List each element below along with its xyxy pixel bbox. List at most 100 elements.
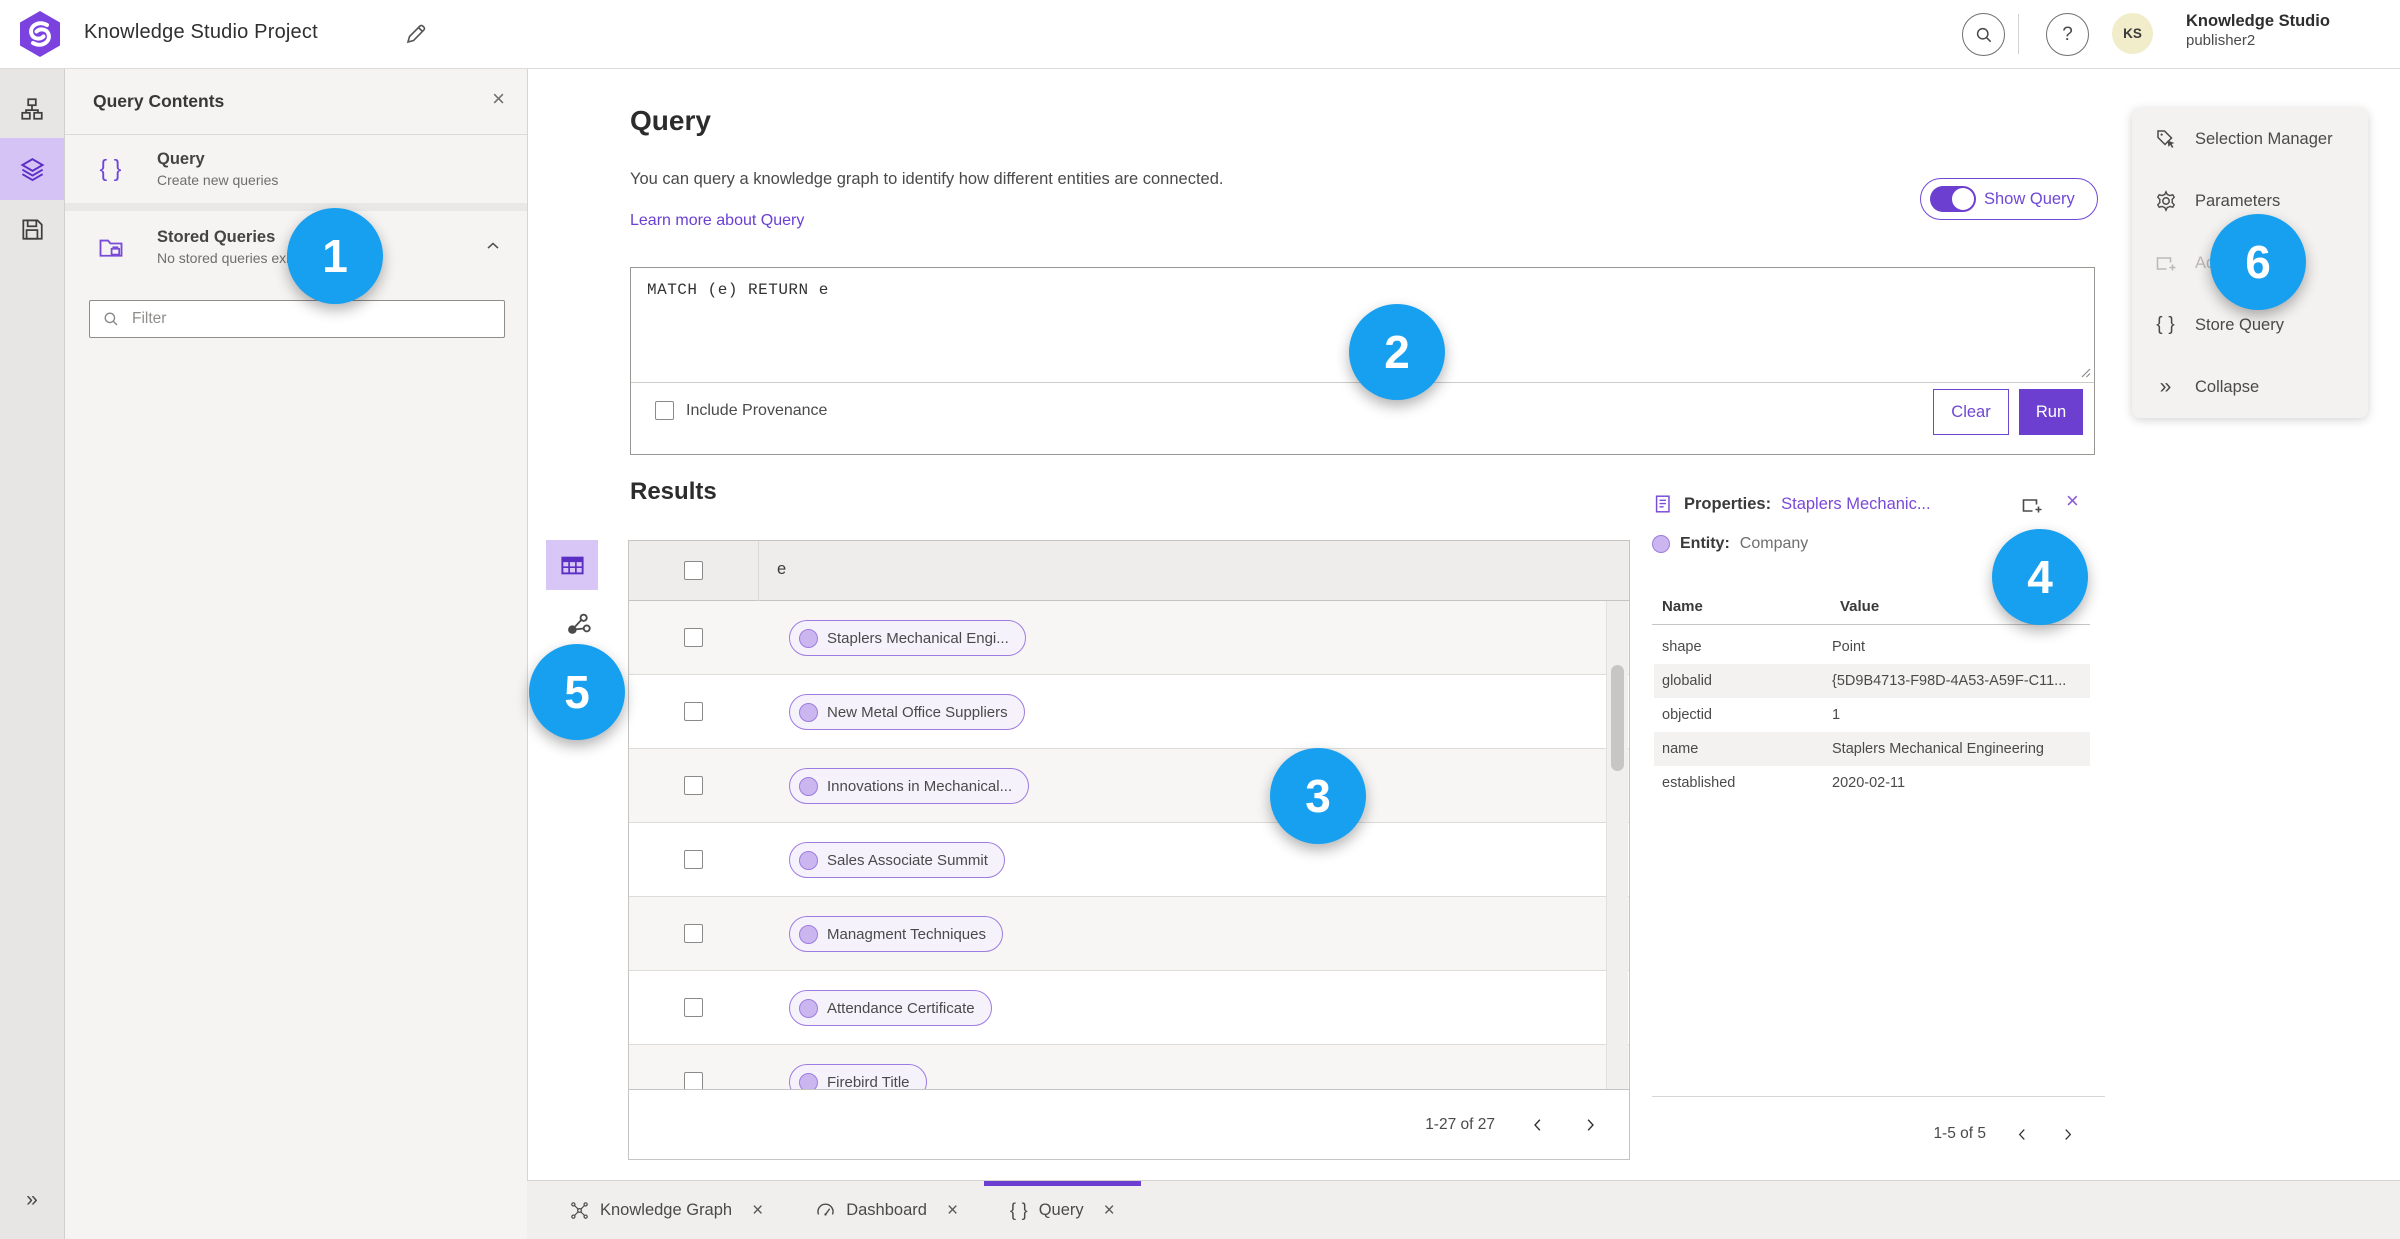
entity-pill[interactable]: Managment Techniques (789, 916, 1003, 952)
menu-item-collapse[interactable]: » Collapse (2132, 356, 2368, 418)
select-all-checkbox[interactable] (684, 561, 703, 580)
entity-pill[interactable]: New Metal Office Suppliers (789, 694, 1025, 730)
annotation-circle-2: 2 (1349, 304, 1445, 400)
properties-entity-link[interactable]: Staplers Mechanic... (1781, 495, 1930, 514)
row-checkbox[interactable] (684, 776, 703, 795)
run-button[interactable]: Run (2019, 389, 2083, 435)
scrollbar-thumb[interactable] (1611, 665, 1624, 771)
entity-pill[interactable]: Firebird Title (789, 1064, 927, 1090)
graph-view-button[interactable] (560, 606, 596, 642)
top-bar: Knowledge Studio Project ? KS Knowledge … (0, 0, 2400, 69)
entity-pill[interactable]: Innovations in Mechanical... (789, 768, 1030, 804)
row-checkbox[interactable] (684, 702, 703, 721)
close-tab-icon[interactable]: × (752, 1201, 763, 1220)
tab-knowledge-graph[interactable]: Knowledge Graph × (543, 1181, 789, 1239)
help-button[interactable]: ? (2046, 13, 2089, 56)
panel-divider (65, 203, 527, 211)
panel-close-icon[interactable]: × (492, 88, 505, 110)
prop-row: name Staplers Mechanical Engineering (1654, 732, 2090, 766)
rail-expand-button[interactable]: » (0, 1180, 64, 1220)
row-checkbox[interactable] (684, 1072, 703, 1090)
column-header-e: e (777, 560, 787, 578)
user-info: Knowledge Studio publisher2 (2186, 12, 2330, 50)
entity-value: Company (1739, 535, 1809, 552)
properties-close-icon[interactable]: × (2066, 490, 2079, 512)
search-icon (1976, 27, 1991, 42)
braces-icon: { } (2156, 314, 2176, 335)
edit-title-icon[interactable] (404, 22, 428, 46)
results-table: e Staplers Mechanical Engi... New Metal … (628, 540, 1630, 1160)
resize-handle-icon[interactable] (2079, 366, 2091, 378)
panel-item-query[interactable]: { } Query Create new queries (65, 134, 527, 204)
filter-input[interactable] (130, 309, 464, 329)
pagination-text: 1-5 of 5 (1933, 1125, 1986, 1142)
query-heading: Query (630, 105, 711, 136)
prop-col-value: Value (1840, 598, 1880, 615)
tab-query[interactable]: { } Query × (984, 1181, 1141, 1239)
menu-item-selection-manager[interactable]: Selection Manager (2132, 108, 2368, 170)
annotation-circle-4: 4 (1992, 529, 2088, 625)
scrollbar-track[interactable] (1606, 601, 1628, 1090)
dashboard-icon (817, 1203, 834, 1216)
clear-button[interactable]: Clear (1933, 389, 2009, 435)
row-checkbox[interactable] (684, 628, 703, 647)
rail-item-save[interactable] (0, 200, 64, 258)
entity-pill[interactable]: Sales Associate Summit (789, 842, 1005, 878)
search-icon (104, 312, 118, 326)
add-to-map-icon (2156, 257, 2176, 271)
chevron-up-icon (487, 242, 499, 249)
prop-row: globalid {5D9B4713-F98D-4A53-A59F-C11... (1654, 664, 2090, 698)
stored-queries-folder-icon (99, 239, 123, 257)
app-logo-icon (20, 11, 60, 57)
previous-page-button[interactable] (1529, 1116, 1547, 1134)
properties-pagination: 1-5 of 5 (1652, 1112, 2090, 1156)
chevron-left-icon (2018, 1128, 2025, 1140)
table-view-button[interactable] (546, 540, 598, 590)
knowledge-graph-icon (571, 1201, 588, 1219)
table-row[interactable]: Staplers Mechanical Engi... (629, 601, 1629, 675)
learn-more-link[interactable]: Learn more about Query (630, 212, 804, 230)
show-query-toggle[interactable]: Show Query (1920, 178, 2098, 220)
rail-item-layers[interactable] (0, 138, 64, 200)
prop-row: shape Point (1662, 639, 1866, 655)
rail-item-data-model[interactable] (0, 80, 64, 138)
entity-pill[interactable]: Staplers Mechanical Engi... (789, 620, 1026, 656)
entity-dot-icon (799, 998, 818, 1018)
entity-dot-icon (799, 850, 818, 870)
row-checkbox[interactable] (684, 850, 703, 869)
collapse-section-button[interactable] (483, 236, 503, 256)
table-row[interactable]: Sales Associate Summit (629, 823, 1629, 897)
table-body: Staplers Mechanical Engi... New Metal Of… (629, 601, 1629, 1090)
toggle-track (1930, 186, 1976, 212)
left-rail: » (0, 68, 65, 1239)
item-label: Stored Queries (157, 228, 276, 246)
table-row[interactable]: Managment Techniques (629, 897, 1629, 971)
table-row[interactable]: New Metal Office Suppliers (629, 675, 1629, 749)
chevron-right-icon (1587, 1118, 1594, 1131)
annotation-circle-5: 5 (529, 644, 625, 740)
entity-pill[interactable]: Attendance Certificate (789, 990, 992, 1026)
previous-page-button[interactable] (2014, 1126, 2031, 1143)
add-to-map-button[interactable] (2020, 493, 2044, 517)
table-row[interactable]: Innovations in Mechanical... (629, 749, 1629, 823)
item-sublabel: Create new queries (157, 171, 279, 188)
avatar[interactable]: KS (2112, 13, 2153, 54)
selection-manager-icon (2157, 130, 2175, 148)
expand-icon: » (26, 1188, 38, 1211)
close-tab-icon[interactable]: × (1104, 1201, 1115, 1220)
prop-header-divider (1652, 624, 2090, 625)
search-button[interactable] (1962, 13, 2005, 56)
row-checkbox[interactable] (684, 924, 703, 943)
next-page-button[interactable] (1581, 1116, 1599, 1134)
table-row[interactable]: Firebird Title (629, 1045, 1629, 1090)
next-page-button[interactable] (2059, 1126, 2076, 1143)
row-checkbox[interactable] (684, 998, 703, 1017)
table-row[interactable]: Attendance Certificate (629, 971, 1629, 1045)
tab-dashboard[interactable]: Dashboard × (789, 1181, 984, 1239)
panel-title: Query Contents (93, 90, 225, 111)
include-provenance-checkbox[interactable] (655, 401, 674, 420)
query-textarea[interactable]: MATCH (e) RETURN e (647, 281, 829, 299)
close-tab-icon[interactable]: × (947, 1201, 958, 1220)
gear-icon (2156, 190, 2176, 212)
annotation-circle-1: 1 (287, 208, 383, 304)
